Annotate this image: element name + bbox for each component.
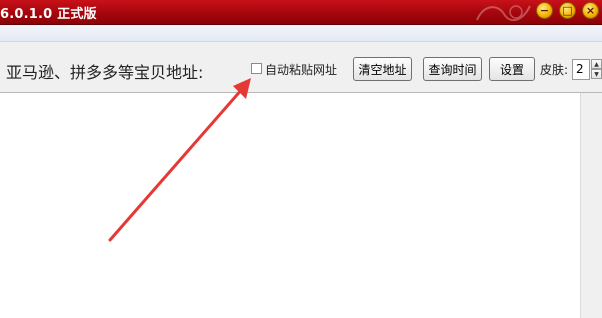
auto-paste-checkbox[interactable] (251, 63, 262, 74)
maximize-icon: □ (562, 4, 573, 17)
decorative-pattern-icon (476, 5, 531, 22)
minimize-icon: − (539, 4, 550, 17)
scrollbar[interactable] (580, 93, 602, 318)
window-title: 6.0.1.0 正式版 (0, 7, 97, 22)
address-label: 亚马逊、拼多多等宝贝地址: (6, 63, 204, 82)
title-bar: 6.0.1.0 正式版 − □ × (0, 0, 602, 25)
settings-button[interactable]: 设置 (489, 57, 535, 81)
skin-label: 皮肤: (540, 63, 569, 77)
query-time-button[interactable]: 查询时间 (423, 57, 482, 81)
maximize-button[interactable]: □ (559, 2, 576, 19)
address-textarea[interactable] (0, 93, 580, 318)
minimize-button[interactable]: − (536, 2, 553, 19)
skin-input[interactable]: 2 (572, 59, 590, 80)
close-button[interactable]: × (582, 2, 599, 19)
spin-down-icon[interactable]: ▼ (591, 69, 602, 79)
skin-spinner[interactable]: ▲ ▼ (591, 59, 602, 80)
spin-up-icon[interactable]: ▲ (591, 59, 602, 69)
clear-address-button[interactable]: 清空地址 (353, 57, 412, 81)
menu-strip (0, 25, 602, 42)
auto-paste-label[interactable]: 自动粘贴网址 (265, 61, 337, 78)
close-icon: × (585, 4, 596, 17)
